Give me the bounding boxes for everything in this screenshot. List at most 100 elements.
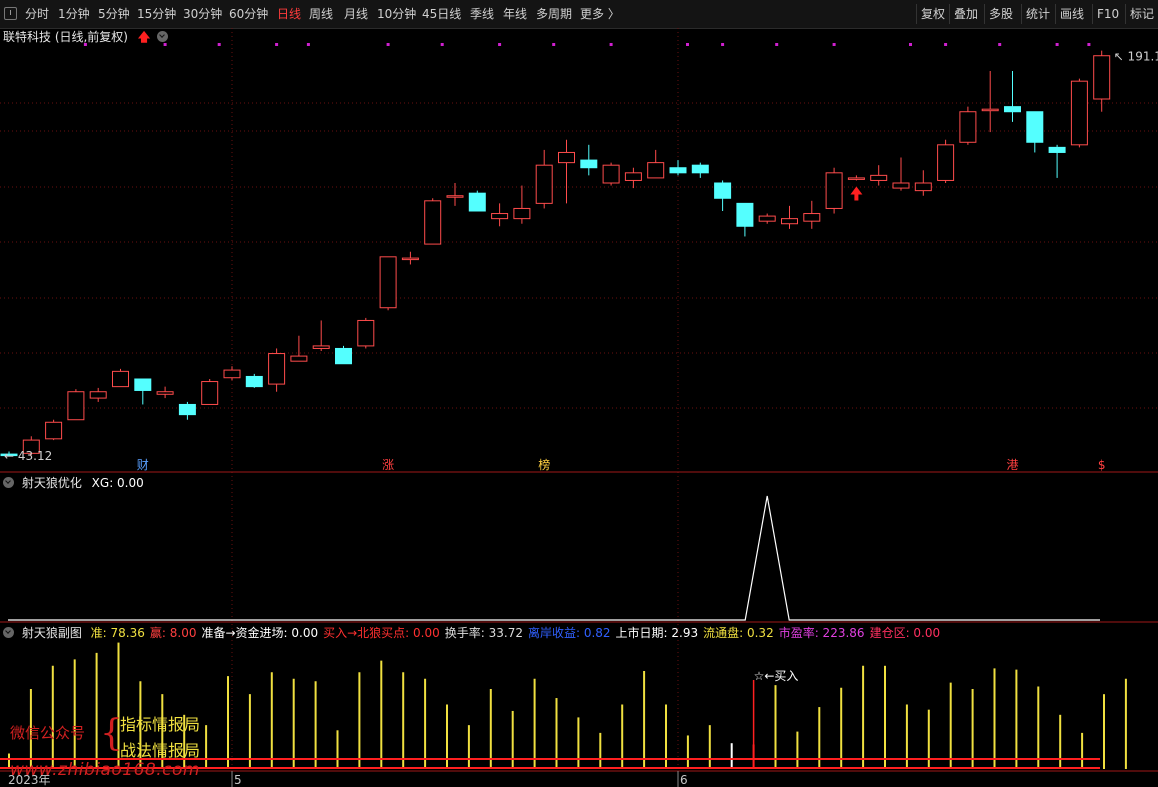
signal-dot — [1055, 43, 1059, 46]
candle-body — [602, 164, 620, 184]
tool-button-3[interactable]: 统计 — [1026, 5, 1050, 23]
candle-body — [691, 164, 709, 174]
candle-body — [357, 319, 375, 347]
low-price-label: ← 43.12 — [4, 449, 52, 463]
candle-body — [156, 391, 174, 395]
indicator2-title: 射天狼副图 准: 78.36 赢: 8.00 准备→资金进场: 0.00 买入→北狼买… — [3, 624, 940, 641]
event-badge: 榜 — [538, 457, 550, 472]
tool-button-6[interactable]: 标记 — [1130, 5, 1154, 23]
toolbar-separator — [916, 4, 917, 24]
signal-dot — [83, 43, 87, 46]
candle-body — [335, 347, 352, 365]
signal-dot — [998, 43, 1002, 46]
period-toolbar: 分时 1分钟 5分钟 15分钟 30分钟 60分钟 日线 周线 月线 10分钟 45日线 季线 年线 多周… — [0, 0, 1158, 29]
signal-dot — [721, 43, 725, 46]
candle-body — [45, 421, 63, 440]
signal-dot — [832, 43, 836, 46]
period-tab-5[interactable]: 60分钟 — [229, 5, 268, 23]
candle-body — [513, 207, 531, 220]
candle-body — [134, 378, 152, 391]
candle-body — [1004, 106, 1021, 113]
period-tab-8[interactable]: 月线 — [344, 5, 368, 23]
watermark-wechat: 微信公众号 — [10, 724, 86, 742]
period-tab-3[interactable]: 15分钟 — [137, 5, 176, 23]
event-badge: 财 — [137, 458, 149, 472]
dropdown-icon[interactable] — [3, 627, 14, 638]
candle-body — [201, 381, 219, 405]
candle-body — [892, 182, 910, 189]
signal-dot — [386, 43, 390, 46]
candle-body — [981, 108, 999, 112]
period-tab-6[interactable]: 日线 — [277, 5, 301, 23]
signal-dot — [609, 43, 613, 46]
candlestick-series: ↖ 191.15 ← 43.12 — [0, 50, 1158, 463]
period-tab-12[interactable]: 年线 — [503, 5, 527, 23]
candle-body — [870, 174, 888, 181]
tool-button-0[interactable]: 复权 — [921, 5, 945, 23]
period-tab-0[interactable]: 分时 — [25, 5, 49, 23]
indicator1-value: XG: 0.00 — [91, 476, 144, 490]
candle-body — [669, 167, 687, 174]
candle-body — [580, 159, 598, 169]
watermark-line2: 战法情报局 — [120, 741, 201, 760]
signal-dot — [275, 43, 279, 46]
signal-dot — [686, 43, 689, 46]
period-tab-2[interactable]: 5分钟 — [98, 5, 130, 23]
tool-button-4[interactable]: 画线 — [1060, 5, 1084, 23]
indicator2-label-8: 市盈率: 223.86 — [778, 626, 865, 640]
collapse-panel-icon[interactable] — [4, 7, 17, 20]
candle-body — [67, 391, 85, 421]
signal-dot — [217, 43, 221, 46]
toolbar-separator — [1021, 4, 1022, 24]
candle-body — [424, 200, 442, 245]
event-badges: 财 涨 榜 港 $ — [137, 457, 1106, 472]
toolbar-separator — [984, 4, 985, 24]
indicator2-label-2: 准备→资金进场: 0.00 — [201, 626, 319, 640]
candle-body — [89, 391, 107, 399]
indicator2-label-4: 换手率: 33.72 — [444, 626, 523, 640]
signal-dot — [440, 43, 444, 46]
xg-signal-line — [8, 495, 1100, 621]
candle-body — [914, 182, 932, 192]
period-tab-10[interactable]: 45日线 — [422, 5, 461, 23]
candle-body — [1026, 111, 1044, 143]
toolbar-separator — [949, 4, 950, 24]
toolbar-separator — [1092, 4, 1093, 24]
period-tab-14[interactable]: 更多 〉 — [580, 5, 620, 23]
period-tab-4[interactable]: 30分钟 — [183, 5, 222, 23]
watermark-site: www.zhibiao168.com — [10, 760, 200, 780]
tool-button-1[interactable]: 叠加 — [954, 5, 978, 23]
candle-body — [535, 164, 553, 204]
period-tab-11[interactable]: 季线 — [470, 5, 494, 23]
candle-body — [112, 370, 129, 388]
candle-body — [959, 111, 977, 143]
candle-body — [803, 213, 821, 222]
candle-body — [847, 177, 865, 180]
candle-body — [558, 151, 575, 164]
date-tick-label: 6 — [680, 773, 688, 787]
indicator2-label-6: 上市日期: 2.93 — [615, 626, 699, 640]
signal-dot — [163, 43, 167, 46]
candle-body — [312, 345, 330, 349]
tool-button-5[interactable]: F10 — [1097, 5, 1119, 23]
signal-dot — [1087, 43, 1091, 46]
period-tab-7[interactable]: 周线 — [309, 5, 333, 23]
period-tab-9[interactable]: 10分钟 — [377, 5, 416, 23]
tool-button-2[interactable]: 多股 — [989, 5, 1013, 23]
toolbar-separator — [1125, 4, 1126, 24]
chart-area: ↖ 191.15← 43.12 财涨榜港$ ☆←买入 2023年56 — [0, 28, 1158, 787]
period-tab-13[interactable]: 多周期 — [536, 5, 572, 23]
candle-body — [937, 144, 955, 181]
high-price-label: ↖ 191.15 — [1114, 50, 1158, 64]
period-tab-1[interactable]: 1分钟 — [58, 5, 90, 23]
toolbar-separator — [1055, 4, 1056, 24]
buy-arrow-icon — [850, 186, 863, 201]
candle-body — [1093, 55, 1111, 100]
indicator2-label-3: 买入→北狼买点: 0.00 — [323, 626, 440, 640]
dropdown-icon[interactable] — [3, 477, 14, 488]
indicator2-label-0: 准: 78.36 — [90, 626, 145, 640]
candle-body — [1048, 146, 1066, 153]
indicator1-title: 射天狼优化 XG: 0.00 — [3, 474, 144, 491]
candle-body — [401, 257, 419, 261]
candle-body — [491, 213, 509, 220]
